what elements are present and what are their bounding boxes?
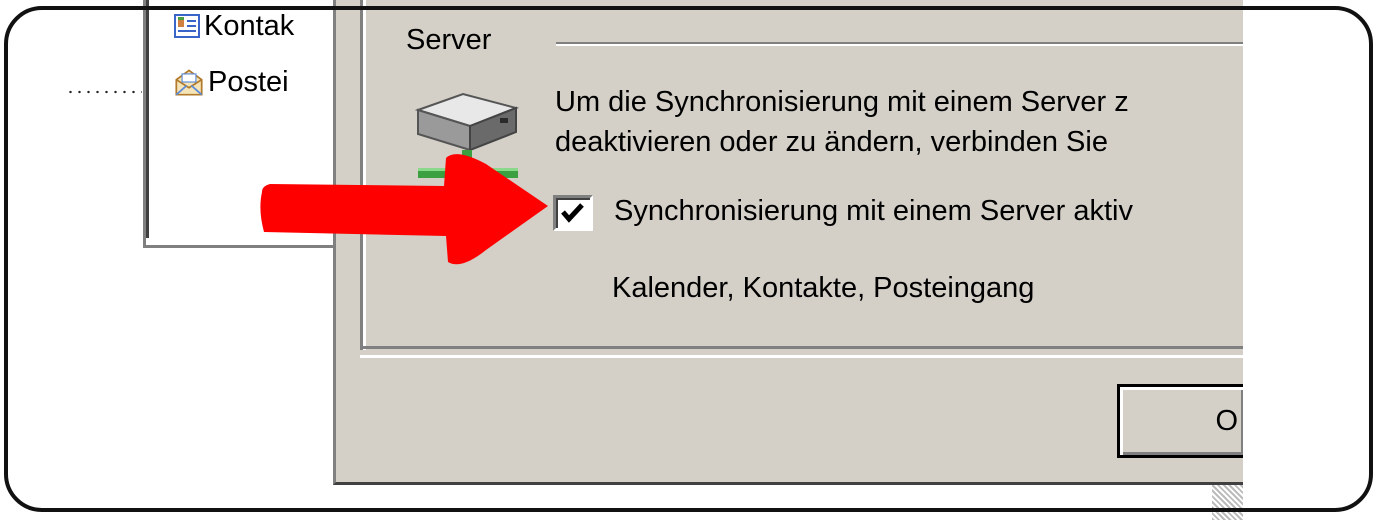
group-description: Um die Synchronisierung mit einem Server… — [555, 82, 1243, 162]
group-box-top-edge — [556, 42, 1243, 44]
inbox-envelope-icon — [175, 69, 203, 96]
contacts-card-icon — [174, 14, 200, 38]
ok-button[interactable]: O — [1117, 384, 1247, 458]
cropped-area — [1243, 0, 1381, 520]
checkmark-icon — [561, 203, 584, 223]
list-item-contacts[interactable]: Kontak — [174, 8, 294, 44]
sync-services-text: Kalender, Kontakte, Posteingang — [612, 272, 1035, 304]
window-shadow — [1212, 485, 1243, 520]
list-item-inbox[interactable]: Postei — [174, 64, 289, 100]
ok-button-label: O — [1215, 404, 1238, 437]
description-line-1: Um die Synchronisierung mit einem Server… — [555, 86, 1129, 118]
group-box-bottom-edge — [360, 346, 1243, 358]
sync-checkbox[interactable] — [553, 195, 593, 231]
red-arrow-icon — [260, 154, 548, 265]
list-item-label: Postei — [208, 65, 289, 98]
dotted-tree-line — [66, 90, 142, 94]
description-line-2: deaktivieren oder zu ändern, verbinden S… — [555, 126, 1108, 158]
group-title: Server — [398, 22, 500, 58]
screenshot-layer: Kontak Postei Server Um die Synchronisie… — [0, 0, 1381, 520]
sync-checkbox-label[interactable]: Synchronisierung mit einem Server aktiv — [614, 193, 1243, 229]
list-item-label: Kontak — [204, 9, 295, 42]
